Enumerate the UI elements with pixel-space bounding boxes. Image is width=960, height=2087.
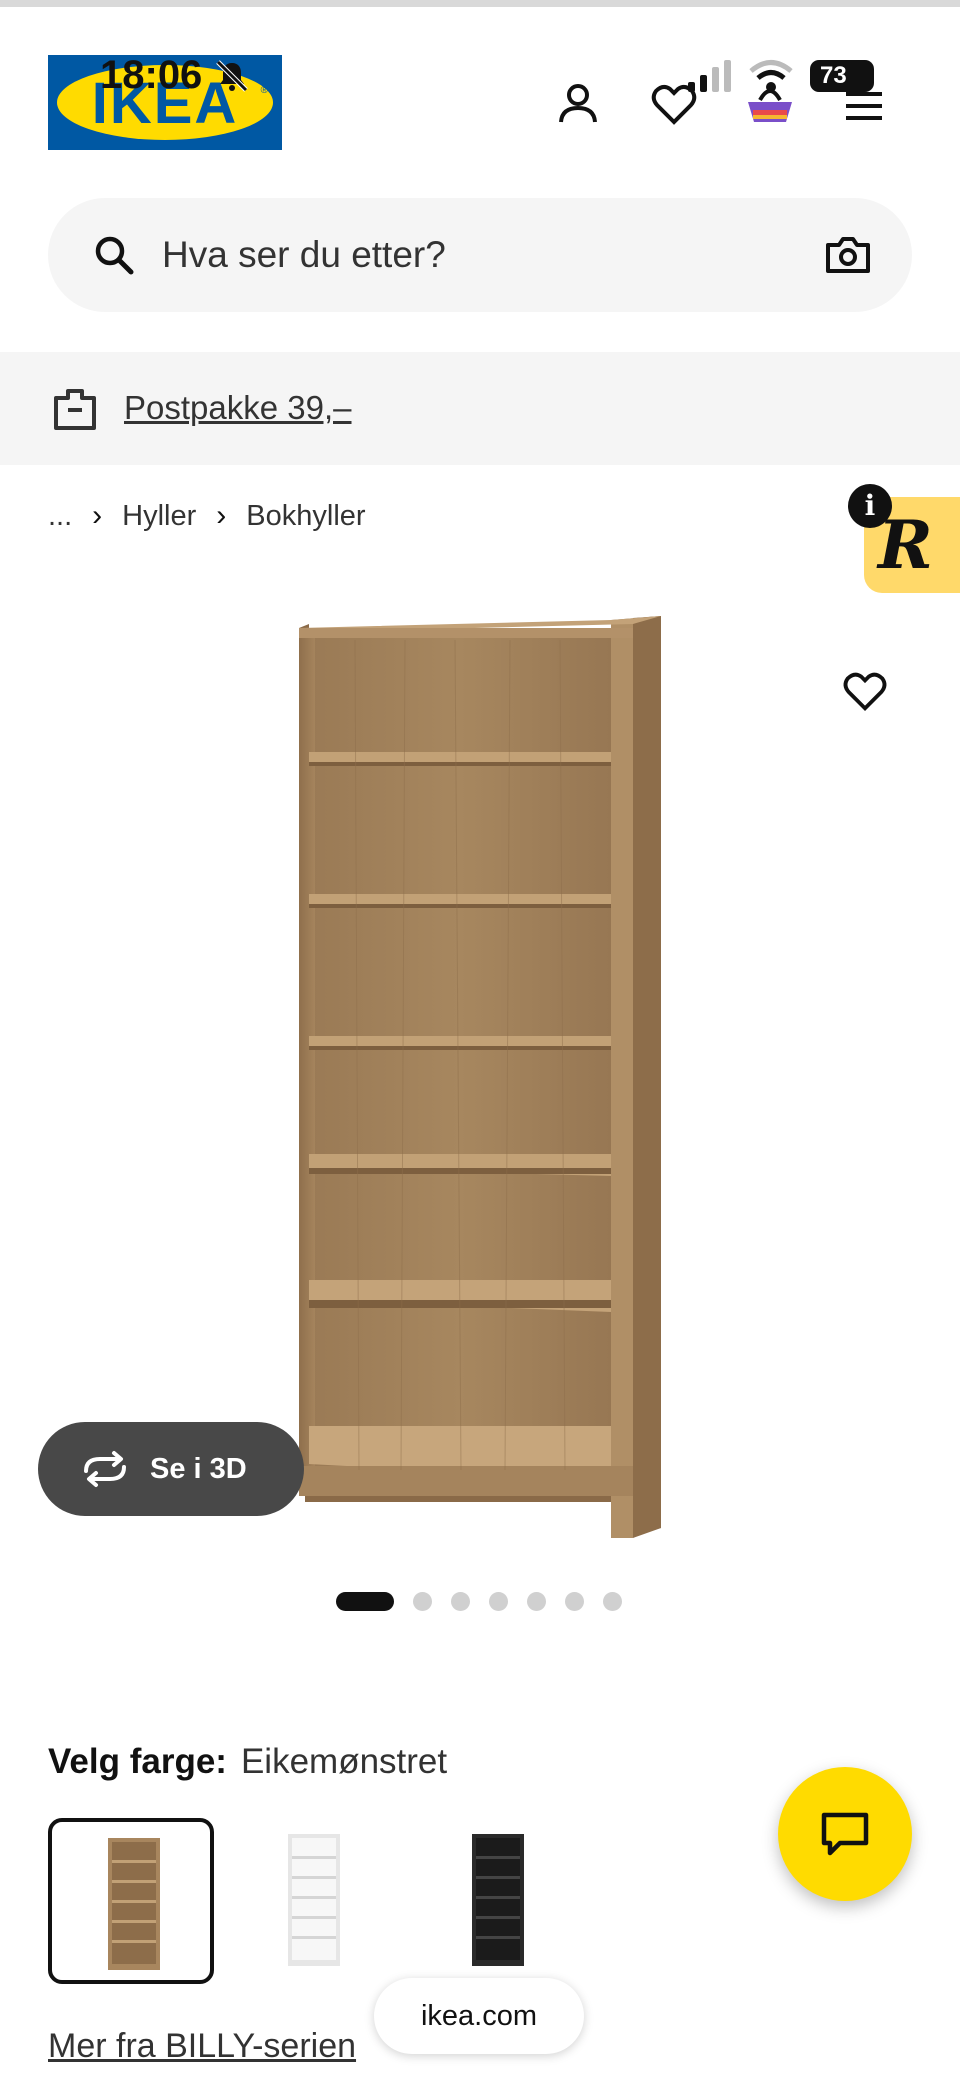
product-image[interactable] [295, 610, 667, 1538]
registered-mark: ® [260, 85, 268, 96]
color-selector-label: Velg farge: Eikemønstret [48, 1740, 447, 1784]
gallery-dot[interactable] [451, 1592, 470, 1611]
color-swatch-white[interactable] [232, 1818, 398, 1984]
search-input[interactable] [162, 223, 722, 287]
breadcrumb-item-more[interactable]: ... [48, 500, 72, 533]
status-time: 18:06 [100, 53, 203, 97]
view-3d-label: Se i 3D [150, 1452, 247, 1485]
color-label-key: Velg farge: [48, 1742, 227, 1781]
chat-icon [821, 1812, 869, 1856]
gallery-dot[interactable] [565, 1592, 584, 1611]
gallery-dot[interactable] [603, 1592, 622, 1611]
shopping-bag-icon[interactable] [744, 78, 796, 130]
breadcrumb-item-bokhyller[interactable]: Bokhyller [246, 500, 365, 533]
user-icon[interactable] [552, 78, 604, 130]
chevron-right-icon: › [216, 499, 227, 532]
swatch-oak-image [108, 1838, 160, 1970]
camera-icon[interactable] [824, 231, 872, 279]
browser-url-pill[interactable]: ikea.com [374, 1978, 584, 2054]
chat-button[interactable] [778, 1767, 912, 1901]
delivery-link[interactable]: Postpakke 39,– [124, 386, 352, 430]
gallery-dot[interactable] [527, 1592, 546, 1611]
series-link[interactable]: Mer fra BILLY-serien [48, 2024, 356, 2068]
favorite-heart-icon[interactable] [840, 666, 890, 716]
color-selected-value: Eikemønstret [240, 1742, 448, 1781]
swatch-white-image [288, 1834, 340, 1966]
search-icon[interactable] [92, 233, 136, 277]
rotate-3d-icon [84, 1451, 126, 1487]
delivery-banner: Postpakke 39,– [0, 352, 960, 465]
breadcrumb-item-hyller[interactable]: Hyller [122, 500, 196, 533]
gallery-dot-active[interactable] [336, 1592, 394, 1611]
bell-muted-icon [216, 60, 248, 92]
chevron-right-icon: › [92, 499, 103, 532]
parcel-icon [54, 389, 96, 430]
view-3d-button[interactable]: Se i 3D [38, 1422, 304, 1516]
search-bar[interactable] [48, 198, 912, 312]
breadcrumb: ... › Hyller › Bokhyller [48, 494, 366, 538]
color-swatch-black[interactable] [416, 1818, 582, 1984]
top-divider [0, 0, 960, 7]
gallery-dot[interactable] [489, 1592, 508, 1611]
gallery-pagination [336, 1592, 641, 1611]
menu-icon[interactable] [838, 80, 890, 132]
heart-icon[interactable] [648, 78, 700, 130]
info-icon[interactable]: i [848, 484, 892, 528]
color-swatch-oak[interactable] [48, 1818, 214, 1984]
gallery-dot[interactable] [413, 1592, 432, 1611]
swatch-black-image [472, 1834, 524, 1966]
